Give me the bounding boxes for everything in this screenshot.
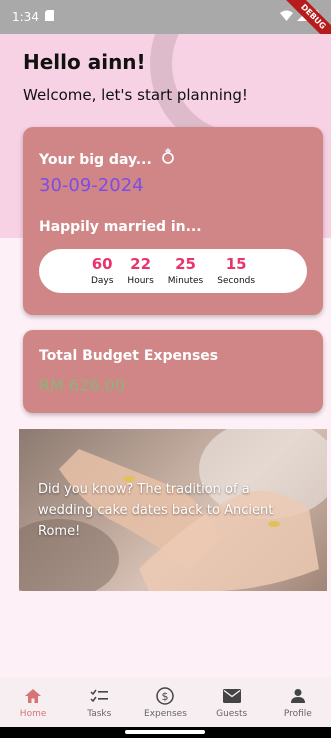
countdown-days: 60 Days — [91, 256, 113, 286]
svg-text:$: $ — [162, 690, 169, 703]
wifi-icon — [280, 10, 293, 24]
big-day-title: Your big day... — [39, 152, 152, 168]
countdown-seconds: 15 Seconds — [217, 256, 255, 286]
countdown-label: Minutes — [167, 276, 204, 286]
countdown-label: Seconds — [217, 276, 256, 286]
countdown-value: 25 — [175, 255, 196, 273]
person-icon — [290, 686, 305, 706]
countdown-value: 60 — [91, 255, 113, 273]
nav-guests[interactable]: Guests — [202, 686, 262, 719]
fact-card: Did you know? The tradition of a wedding… — [19, 429, 327, 591]
budget-card[interactable]: Total Budget Expenses RM 626.00 — [23, 330, 323, 413]
budget-amount: RM 626.00 — [39, 376, 125, 395]
ring-icon — [161, 148, 175, 168]
nav-profile[interactable]: Profile — [268, 686, 328, 719]
nav-label: Tasks — [87, 708, 112, 719]
big-day-title-row: Your big day... — [39, 148, 175, 168]
nav-expenses[interactable]: $ Expenses — [135, 686, 195, 719]
gesture-bar — [0, 727, 331, 738]
home-icon — [25, 686, 42, 706]
home-indicator[interactable] — [125, 730, 205, 734]
nav-label: Guests — [216, 708, 248, 719]
countdown-minutes: 25 Minutes — [168, 256, 203, 286]
sim-card-icon — [44, 10, 54, 24]
wedding-date: 30-09-2024 — [39, 175, 144, 196]
nav-label: Expenses — [144, 708, 187, 719]
status-bar: 1:34 DEBUG — [0, 0, 331, 51]
countdown-hours: 22 Hours — [127, 256, 153, 286]
status-time: 1:34 — [12, 10, 39, 24]
fact-text: Did you know? The tradition of a wedding… — [38, 482, 274, 539]
countdown-label: Hours — [127, 276, 154, 286]
welcome-subtitle: Welcome, let's start planning! — [23, 86, 248, 104]
mail-icon — [222, 686, 241, 706]
countdown-value: 22 — [130, 255, 152, 273]
big-day-card: Your big day... 30-09-2024 Happily marri… — [23, 127, 323, 315]
countdown-value: 15 — [225, 255, 247, 273]
dollar-icon: $ — [156, 686, 175, 706]
checklist-icon — [90, 686, 109, 706]
countdown-panel: 60 Days 22 Hours 25 Minutes 15 Seconds — [39, 249, 307, 293]
greeting-title: Hello ainn! — [23, 50, 146, 74]
budget-title: Total Budget Expenses — [39, 348, 219, 364]
nav-home[interactable]: Home — [3, 686, 63, 719]
nav-tasks[interactable]: Tasks — [69, 686, 129, 719]
nav-label: Profile — [283, 708, 312, 719]
nav-label: Home — [19, 708, 47, 719]
countdown-title: Happily married in... — [39, 219, 202, 235]
countdown-label: Days — [90, 276, 114, 286]
bottom-navigation: Home Tasks $ Expenses Guests Profile — [0, 677, 331, 727]
